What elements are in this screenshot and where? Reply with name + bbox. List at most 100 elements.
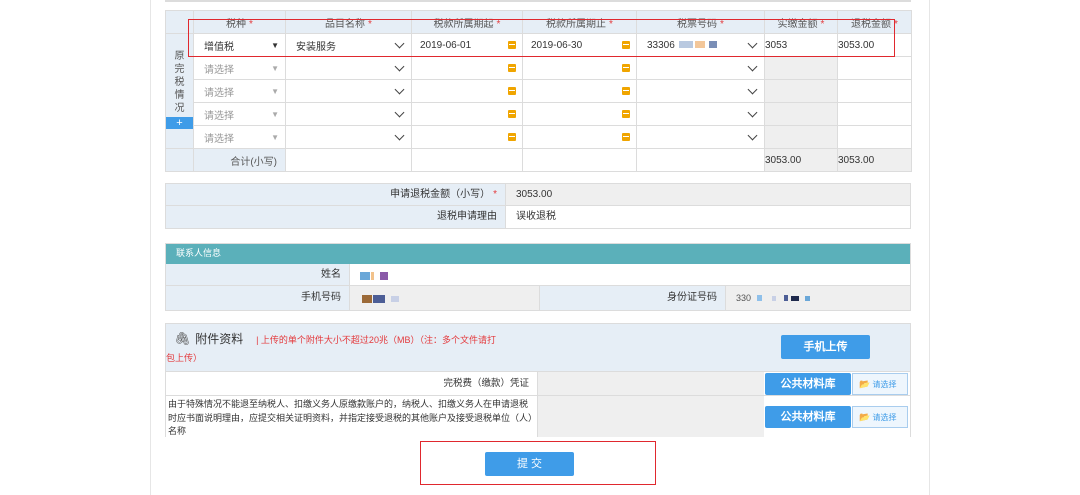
attachment-row-1-actions: 公共材料库 📂 请选择 (764, 371, 910, 395)
tax-type-select[interactable]: 请选择 ▼ (193, 56, 286, 80)
ticket-no-select[interactable] (636, 56, 765, 80)
total-empty (285, 148, 412, 172)
id-label: 身份证号码 (540, 286, 726, 310)
chevron-down-icon (394, 84, 405, 95)
caret-down-icon: ▼ (271, 109, 279, 119)
add-row-button[interactable]: + (166, 117, 193, 129)
submit-button[interactable]: 提 交 (485, 452, 574, 476)
paid-amount-cell (764, 125, 838, 149)
attachment-row-2-actions: 公共材料库 📂 请选择 (764, 395, 910, 437)
redacted-block (360, 272, 370, 281)
ticket-no-select[interactable] (636, 125, 765, 149)
name-label: 姓名 (166, 264, 350, 286)
redacted-block (791, 295, 800, 301)
attachment-row-2-label: 由于特殊情况不能退至纳税人、扣缴义务人原缴款账户的，纳税人、扣缴义务人在申请退税… (166, 395, 538, 437)
total-refund: 3053.00 (837, 148, 912, 172)
refund-amount-input[interactable] (837, 125, 912, 149)
attachment-row-1-file (538, 371, 764, 395)
attachments-note-2: 包上传） (166, 353, 203, 363)
table-row: 请选择 ▼ (166, 79, 912, 103)
chevron-down-icon (747, 107, 758, 118)
table-row: 请选择 ▼ (166, 56, 912, 80)
phone-label: 手机号码 (166, 286, 350, 310)
attachments-note: | 上传的单个附件大小不超过20兆（MB）（注：多个文件请打 (256, 335, 496, 345)
period-start-input[interactable] (411, 125, 523, 149)
mobile-upload-button[interactable]: 手机上传 (781, 335, 870, 359)
calendar-icon[interactable] (622, 87, 630, 95)
refund-reason-input[interactable]: 误收退税 (506, 206, 910, 228)
caret-down-icon: ▼ (271, 86, 279, 96)
name-field[interactable] (350, 264, 910, 286)
period-start-input[interactable] (411, 56, 523, 80)
item-name-select[interactable] (285, 102, 412, 126)
attachments-section: 🖇 附件资料 | 上传的单个附件大小不超过20兆（MB）（注：多个文件请打 包上… (165, 323, 911, 437)
caret-down-icon: ▼ (271, 132, 279, 142)
item-name-select[interactable] (285, 125, 412, 149)
attachments-title: 附件资料 (195, 332, 244, 346)
id-field: 330 (726, 286, 910, 310)
total-paid: 3053.00 (764, 148, 838, 172)
calendar-icon[interactable] (508, 87, 516, 95)
refund-amount-input[interactable] (837, 102, 912, 126)
choose-file-button[interactable]: 📂 请选择 (852, 373, 908, 395)
phone-field (350, 286, 540, 310)
item-name-select[interactable] (285, 56, 412, 80)
calendar-icon[interactable] (622, 64, 630, 72)
redacted-block (757, 295, 763, 302)
redacted-block (784, 295, 789, 302)
highlight-box (188, 19, 895, 57)
tax-type-select[interactable]: 请选择 ▼ (193, 102, 286, 126)
table-row: 请选择 ▼ (166, 102, 912, 126)
item-name-select[interactable] (285, 79, 412, 103)
total-empty (636, 148, 765, 172)
redacted-block (362, 295, 372, 304)
caret-down-icon: ▼ (271, 63, 279, 73)
period-end-input[interactable] (522, 125, 637, 149)
paid-amount-cell (764, 102, 838, 126)
paid-amount-cell (764, 56, 838, 80)
contact-section-title: 联系人信息 (166, 244, 910, 264)
redacted-block (391, 296, 399, 303)
tax-type-select[interactable]: 请选择 ▼ (193, 79, 286, 103)
tax-type-select[interactable]: 请选择 ▼ (193, 125, 286, 149)
chevron-down-icon (394, 61, 405, 72)
refund-amount-label: 申请退税金额（小写） * (166, 184, 506, 206)
ticket-no-select[interactable] (636, 79, 765, 103)
refund-amount-value: 3053.00 (506, 184, 910, 206)
total-label: 合计(小写) (193, 148, 286, 172)
public-library-button[interactable]: 公共材料库 (765, 406, 851, 428)
refund-amount-input[interactable] (837, 56, 912, 80)
period-start-input[interactable] (411, 102, 523, 126)
calendar-icon[interactable] (508, 110, 516, 118)
public-library-button[interactable]: 公共材料库 (765, 373, 851, 395)
attachments-header: 🖇 附件资料 | 上传的单个附件大小不超过20兆（MB）（注：多个文件请打 包上… (166, 330, 554, 370)
calendar-icon[interactable] (508, 133, 516, 141)
redacted-block (380, 272, 388, 281)
redacted-block (805, 295, 811, 301)
paid-amount-cell (764, 79, 838, 103)
chevron-down-icon (747, 61, 758, 72)
folder-icon: 📂 (859, 412, 871, 422)
total-row: 合计(小写) 3053.00 3053.00 (165, 148, 912, 172)
ticket-no-select[interactable] (636, 102, 765, 126)
calendar-icon[interactable] (622, 110, 630, 118)
chevron-down-icon (394, 107, 405, 118)
total-empty (411, 148, 523, 172)
period-start-input[interactable] (411, 79, 523, 103)
contact-section: 联系人信息 姓名 手机号码 身份证号码 330 (165, 243, 911, 311)
top-divider (165, 0, 911, 2)
side-cell (165, 148, 194, 172)
folder-icon: 📂 (859, 379, 871, 389)
redacted-block (772, 295, 777, 301)
table-row: 请选择 ▼ (165, 125, 912, 149)
total-empty (522, 148, 637, 172)
refund-amount-input[interactable] (837, 79, 912, 103)
period-end-input[interactable] (522, 102, 637, 126)
calendar-icon[interactable] (508, 64, 516, 72)
redacted-block (373, 295, 385, 304)
choose-file-button[interactable]: 📂 请选择 (852, 406, 908, 428)
period-end-input[interactable] (522, 56, 637, 80)
calendar-icon[interactable] (622, 133, 630, 141)
period-end-input[interactable] (522, 79, 637, 103)
chevron-down-icon (747, 130, 758, 141)
